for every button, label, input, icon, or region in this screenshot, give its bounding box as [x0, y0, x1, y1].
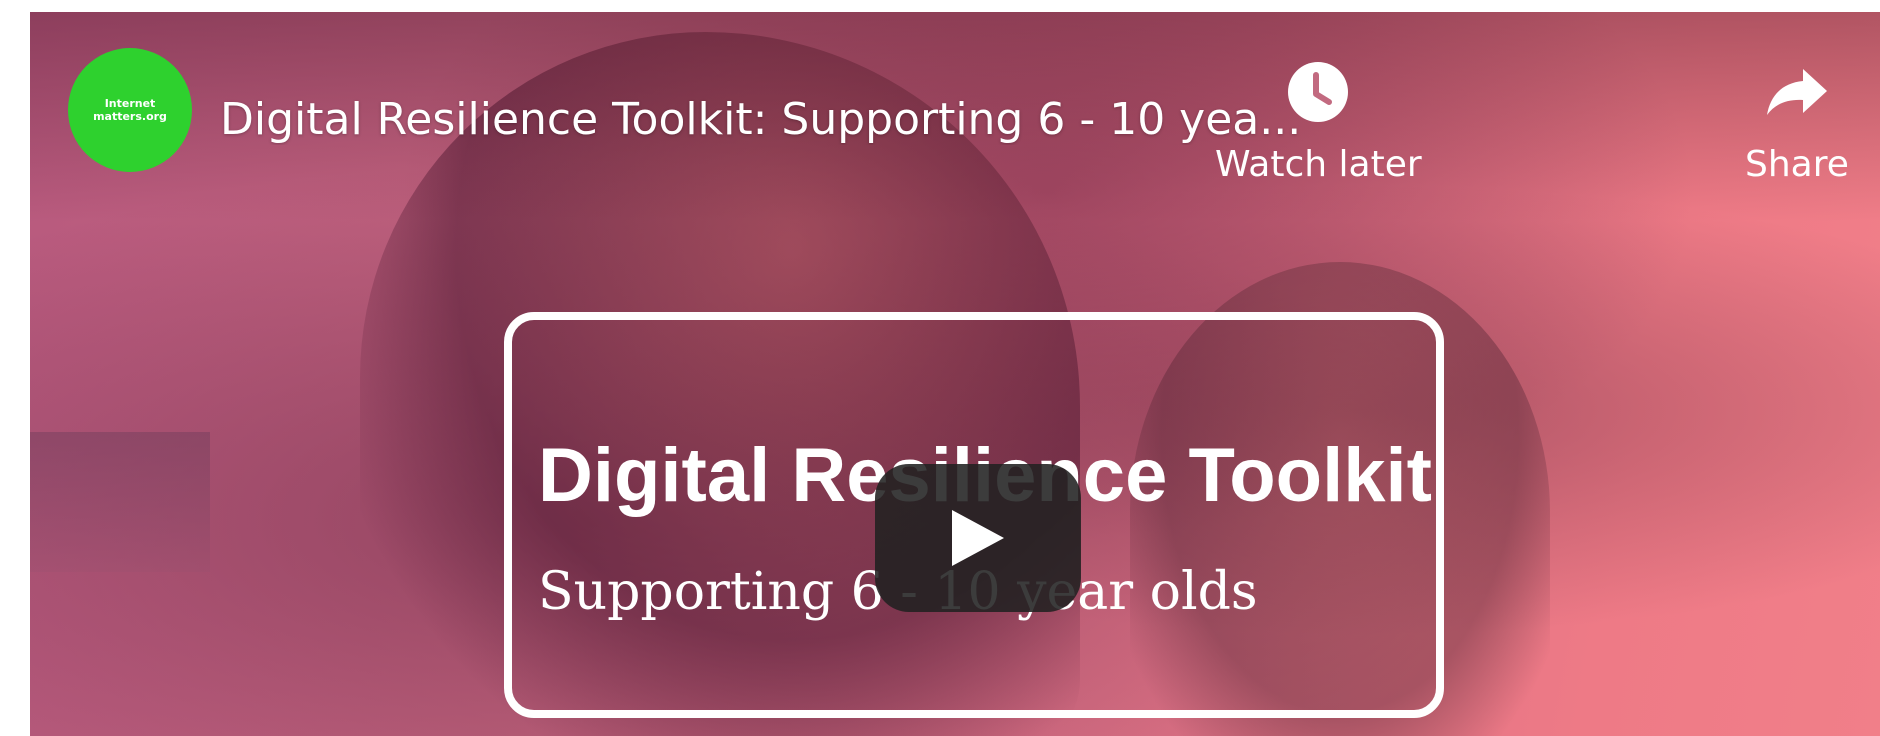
channel-logo-line1: Internet — [104, 97, 156, 110]
share-label: Share — [1745, 144, 1849, 185]
channel-logo-line2: matters.org — [93, 110, 167, 123]
video-player[interactable]: Internet matters.org Digital Resilience … — [30, 12, 1880, 736]
share-button[interactable]: Share — [1745, 60, 1849, 185]
clock-icon — [1286, 60, 1350, 124]
channel-logo[interactable]: Internet matters.org — [68, 48, 192, 172]
play-button[interactable] — [875, 464, 1081, 612]
watch-later-label: Watch later — [1215, 144, 1422, 185]
watch-later-button[interactable]: Watch later — [1215, 60, 1422, 185]
play-icon — [952, 510, 1004, 566]
background-scene-shelf — [30, 432, 210, 572]
video-title-link[interactable]: Digital Resilience Toolkit: Supporting 6… — [220, 94, 1301, 145]
share-arrow-icon — [1765, 60, 1829, 124]
